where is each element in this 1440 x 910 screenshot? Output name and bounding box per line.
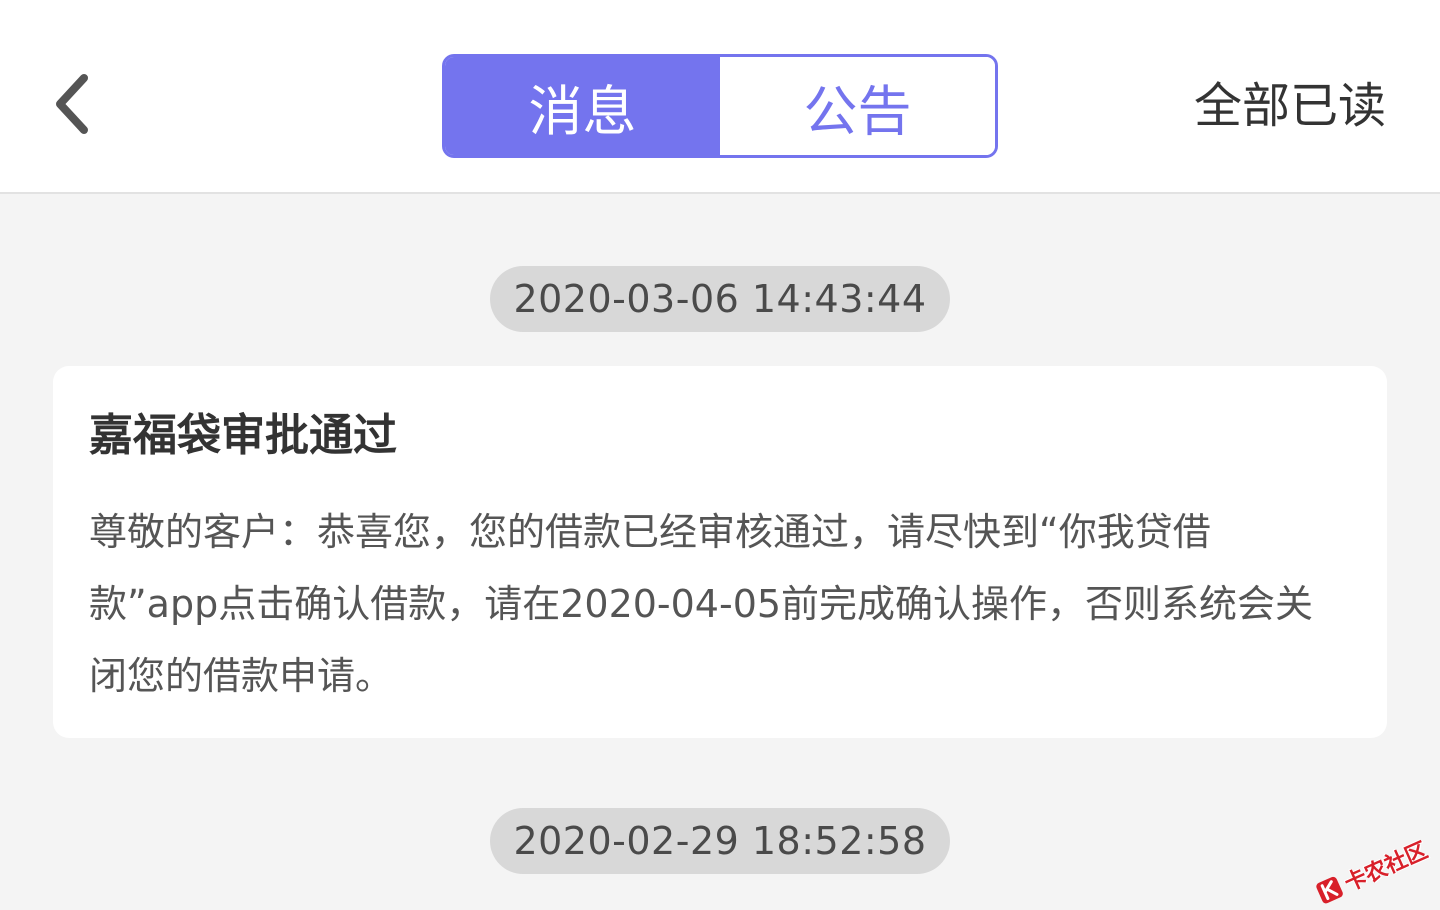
tab-switcher: 消息 公告	[442, 54, 998, 158]
message-title: 嘉福袋审批通过	[89, 410, 397, 461]
message-timestamp: 2020-02-29 18:52:58	[490, 808, 950, 874]
watermark-text: 卡农社区	[1341, 838, 1432, 897]
top-bar: 消息 公告 全部已读	[0, 0, 1440, 194]
mark-all-read-button[interactable]: 全部已读	[1194, 70, 1386, 142]
kanong-logo-icon	[1316, 876, 1343, 904]
message-body: 尊敬的客户：恭喜您，您的借款已经审核通过，请尽快到“你我贷借款”app点击确认借…	[89, 510, 1314, 698]
message-card[interactable]: 嘉福袋审批通过 尊敬的客户：恭喜您，您的借款已经审核通过，请尽快到“你我贷借款”…	[53, 366, 1387, 738]
message-timestamp: 2020-03-06 14:43:44	[490, 266, 950, 332]
chevron-left-icon	[56, 74, 88, 134]
watermark: 卡农社区	[1311, 833, 1432, 910]
tab-announcements[interactable]: 公告	[720, 57, 995, 155]
tab-messages[interactable]: 消息	[445, 57, 720, 155]
back-button[interactable]	[40, 64, 104, 144]
